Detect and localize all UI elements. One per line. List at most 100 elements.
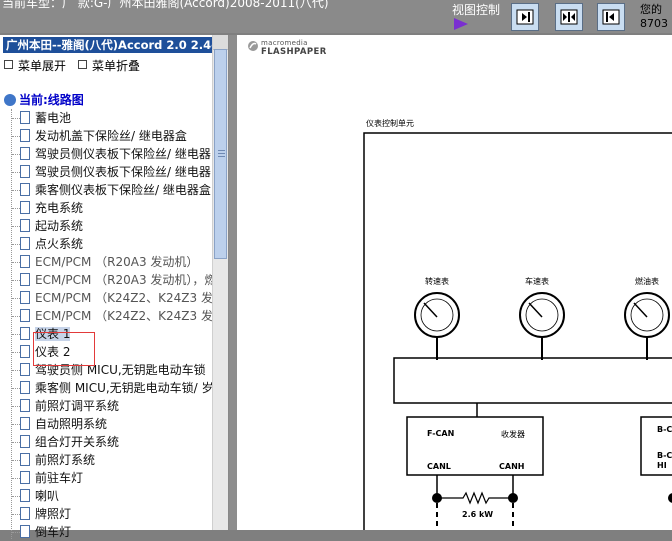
document-icon (20, 147, 30, 160)
list-item[interactable]: 组合灯开关系统 (0, 433, 212, 451)
list-item[interactable]: 乘客侧 MICU,无钥匙电动车锁/ 岁 (0, 379, 212, 397)
list-item[interactable]: 驾驶员侧仪表板下保险丝/ 继电器 (0, 145, 212, 163)
list-item[interactable]: 起动系统 (0, 217, 212, 235)
list-item[interactable]: ECM/PCM （K24Z2、K24Z3 发 (0, 289, 212, 307)
list-item-label: 充电系统 (35, 201, 84, 215)
speedometer-label: 车速表 (525, 277, 549, 286)
list-item-label: 组合灯开关系统 (35, 435, 120, 449)
list-item-label: 倒车灯 (35, 525, 72, 539)
document-icon (20, 489, 30, 502)
list-item-label: 驾驶员侧仪表板下保险丝/ 继电器 (35, 147, 211, 161)
transceiver-label: 收发器 (501, 430, 525, 439)
list-item-label: ECM/PCM （K24Z2、K24Z3 发 (35, 291, 212, 305)
title-bar: 当前车型：广 款:G-广州本田雅阁(Accord)2008-2011(八代) 视… (0, 0, 672, 33)
collapse-icon (78, 60, 88, 69)
expand-icon (4, 60, 13, 69)
list-item[interactable]: 自动照明系统 (0, 415, 212, 433)
document-icon (20, 363, 30, 376)
view-split-button[interactable] (555, 3, 583, 31)
fcan-label: F-CAN (427, 429, 455, 438)
arrow-left-bar-icon (602, 9, 620, 25)
list-item-label: ECM/PCM （K24Z2、K24Z3 发 (35, 309, 212, 323)
list-item[interactable]: 倒车灯 (0, 523, 212, 541)
list-item[interactable]: 前驻车灯 (0, 469, 212, 487)
bcan-top-label: B-C (657, 425, 672, 434)
document-icon (20, 471, 30, 484)
sidebar-scrollbar[interactable] (212, 35, 228, 530)
tree-root-label: 当前:线路图 (19, 93, 84, 107)
list-item-label: 自动照明系统 (35, 417, 108, 431)
document-icon (20, 129, 30, 142)
document-icon (20, 309, 30, 322)
fuel-gauge (624, 292, 670, 360)
view-control-label: 视图控制 (452, 3, 501, 17)
document-icon (20, 201, 30, 214)
document-icon (20, 453, 30, 466)
list-item-label: 蓄电池 (35, 111, 72, 125)
canh-label: CANH (499, 462, 525, 471)
document-icon (20, 219, 30, 232)
resistor-label: 2.6 kW (462, 510, 494, 519)
user-info-line-2: 8703 (640, 17, 668, 30)
document-icon (20, 507, 30, 520)
highlight-box (33, 332, 95, 366)
document-icon (20, 291, 30, 304)
list-item[interactable]: 喇叭 (0, 487, 212, 505)
list-item-label: ECM/PCM （R20A3 发动机） (35, 255, 199, 269)
tree-list: 蓄电池 发动机盖下保险丝/ 继电器盒 驾驶员侧仪表板下保险丝/ 继电器 驾驶员侧… (0, 109, 212, 541)
document-viewer: macromedia FLASHPAPER 仪表控制单元 转速表 车速表 燃油表… (237, 35, 672, 530)
document-icon (20, 237, 30, 250)
list-item-label: 乘客侧 MICU,无钥匙电动车锁/ 岁 (35, 381, 212, 395)
list-item-label: 前照灯调平系统 (35, 399, 120, 413)
arrow-right-bar-icon (516, 9, 534, 25)
document-icon (20, 417, 30, 430)
list-item-label: 起动系统 (35, 219, 84, 233)
speedometer-gauge (519, 292, 565, 360)
list-item[interactable]: 牌照灯 (0, 505, 212, 523)
bcan-bottom-label-2: HI (657, 461, 667, 470)
list-item-label: 牌照灯 (35, 507, 72, 521)
tachometer-gauge (414, 292, 460, 360)
list-item[interactable]: 前照灯调平系统 (0, 397, 212, 415)
list-item-label: 乘客侧仪表板下保险丝/ 继电器盒 (35, 183, 211, 197)
list-item[interactable]: 乘客侧仪表板下保险丝/ 继电器盒 (0, 181, 212, 199)
view-control-arrow-icon (454, 18, 468, 30)
bcan-bottom-label-1: B-C (657, 451, 672, 460)
pane-splitter[interactable] (229, 35, 237, 530)
expand-menu-button[interactable]: 菜单展开 (18, 59, 66, 73)
list-item[interactable]: 发动机盖下保险丝/ 继电器盒 (0, 127, 212, 145)
list-item-instrument-1[interactable]: 仪表 1 (0, 325, 212, 343)
folder-icon (4, 94, 16, 106)
list-item[interactable]: 点火系统 (0, 235, 212, 253)
selected-model[interactable]: 广州本田--雅阁(八代)Accord 2.0 2.4- (3, 37, 225, 53)
list-item[interactable]: 充电系统 (0, 199, 212, 217)
list-item-label: 前照灯系统 (35, 453, 96, 467)
list-item-instrument-2[interactable]: 仪表 2 (0, 343, 212, 361)
list-item-label: 点火系统 (35, 237, 84, 251)
user-info: 您的 8703 (640, 3, 668, 31)
view-expand-left-button[interactable] (597, 3, 625, 31)
document-icon (20, 525, 30, 538)
tree-root[interactable]: 当前:线路图 (4, 91, 84, 108)
scroll-up-button[interactable] (213, 35, 228, 50)
collapse-menu-button[interactable]: 菜单折叠 (92, 59, 140, 73)
tachometer-label: 转速表 (425, 277, 449, 286)
list-item-label: ECM/PCM （R20A3 发动机），燃 (35, 273, 212, 287)
list-item[interactable]: ECM/PCM （R20A3 发动机），燃 (0, 271, 212, 289)
document-icon (20, 111, 30, 124)
list-item-label: 驾驶员侧仪表板下保险丝/ 继电器 (35, 165, 211, 179)
list-item[interactable]: 蓄电池 (0, 109, 212, 127)
list-item[interactable]: 前照灯系统 (0, 451, 212, 469)
list-item[interactable]: ECM/PCM （R20A3 发动机） (0, 253, 212, 271)
list-item[interactable]: ECM/PCM （K24Z2、K24Z3 发 (0, 307, 212, 325)
scroll-thumb[interactable] (214, 49, 227, 259)
sidebar: 广州本田--雅阁(八代)Accord 2.0 2.4- 菜单展开 菜单折叠 当前:… (0, 35, 229, 539)
list-item-label: 前驻车灯 (35, 471, 84, 485)
view-expand-right-button[interactable] (511, 3, 539, 31)
document-icon (20, 183, 30, 196)
list-item[interactable]: 驾驶员侧仪表板下保险丝/ 继电器 (0, 163, 212, 181)
user-info-line-1: 您的 (640, 3, 662, 16)
canl-label: CANL (427, 462, 451, 471)
list-item[interactable]: 驾驶员侧 MICU,无钥匙电动车锁 (0, 361, 212, 379)
document-icon (20, 399, 30, 412)
